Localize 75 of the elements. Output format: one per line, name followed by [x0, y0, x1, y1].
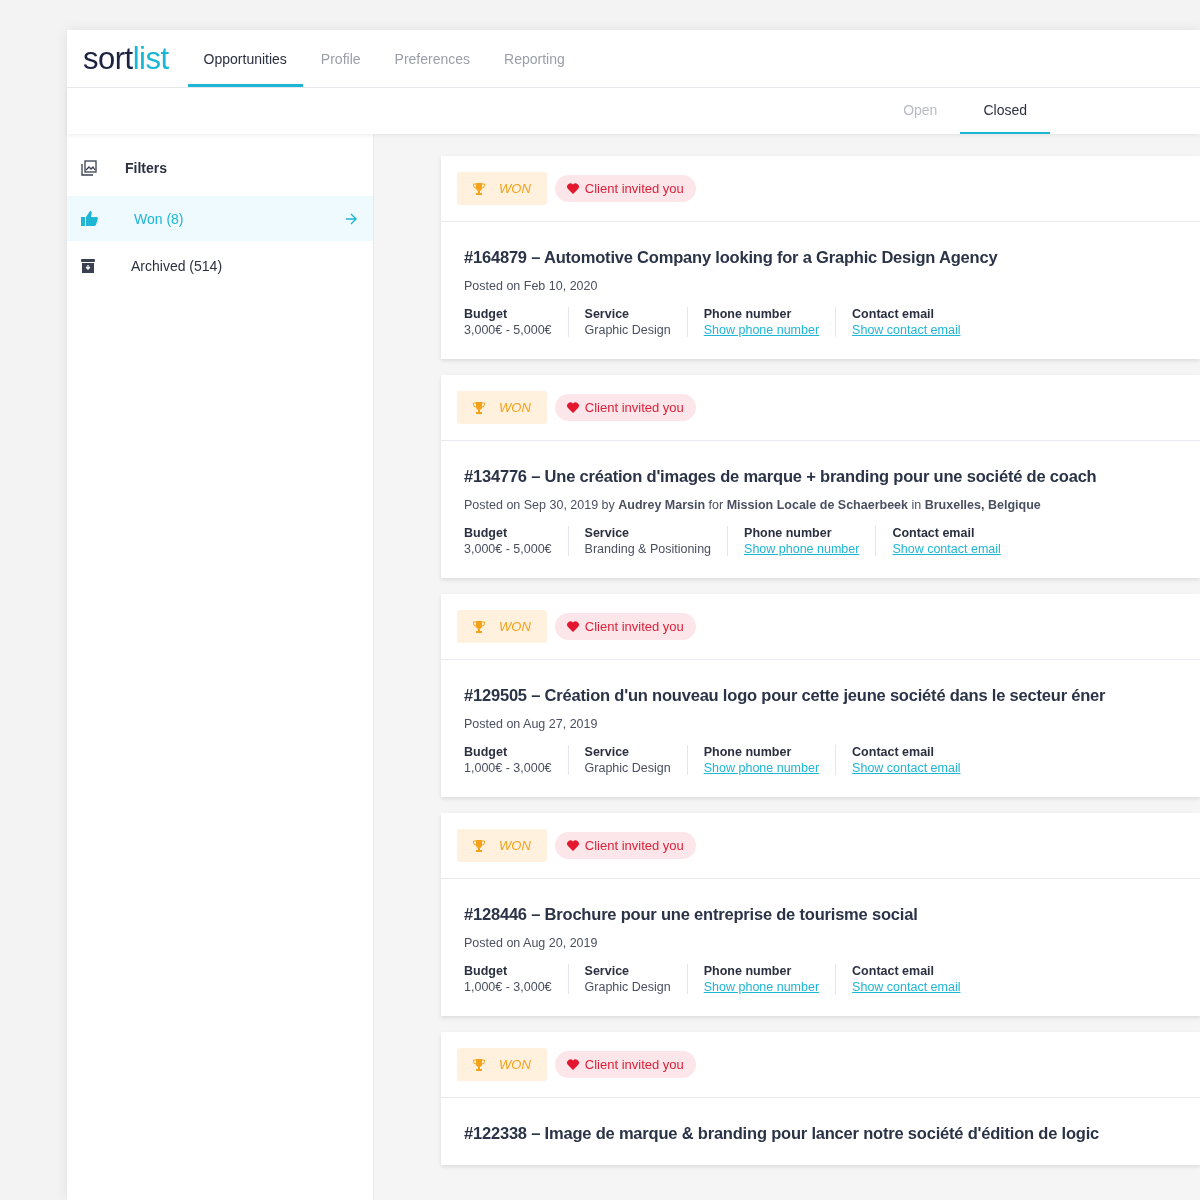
heart-icon [566, 1059, 579, 1070]
filter-item[interactable]: Won (8) [67, 196, 373, 241]
field-label: Service [584, 526, 631, 540]
field-label: Phone number [703, 307, 793, 321]
status-badge: WON [457, 610, 547, 643]
nav-tab[interactable]: Preferences [378, 30, 487, 87]
trophy-icon [473, 839, 485, 852]
posted-info: Posted on Aug 20, 2019 [464, 936, 599, 950]
nav-tab[interactable]: Profile [304, 30, 377, 87]
field-value: 3,000€ - 5,000€ [464, 542, 552, 556]
reveal-link[interactable]: Show phone number [703, 323, 820, 337]
field-label: Contact email [852, 307, 936, 321]
heart-icon [566, 840, 579, 851]
opportunity-title[interactable]: #164879 – Automotive Company looking for a Graphic Design Agency [464, 248, 998, 267]
field-label: Contact email [892, 526, 976, 540]
status-badge: WON [457, 172, 547, 205]
field-label: Budget [464, 745, 509, 759]
posted-info: Posted on Aug 27, 2019 [464, 717, 599, 731]
status-badge: WON [457, 391, 547, 424]
field-value: Graphic Design [584, 761, 671, 775]
field-label: Budget [464, 964, 509, 978]
thumbs-up-icon [81, 211, 98, 226]
field-value: Graphic Design [584, 980, 671, 994]
logo: sortlist [82, 39, 170, 78]
field-label: Phone number [703, 745, 793, 759]
trophy-icon [473, 182, 485, 195]
opportunity-title[interactable]: #129505 – Création d'un nouveau logo pour cette jeune société dans le secteur éner [464, 686, 1106, 705]
posted-info: Posted on Feb 10, 2020 [464, 279, 599, 293]
field-value: Branding & Positioning [584, 542, 712, 556]
trophy-icon [473, 1058, 485, 1071]
invite-badge: Client invited you [554, 175, 696, 202]
field-label: Service [584, 307, 631, 321]
heart-icon [566, 402, 579, 413]
heart-icon [566, 621, 579, 632]
trophy-icon [473, 401, 485, 414]
opportunity-title[interactable]: #122338 – Image de marque & branding pour lancer notre société d'édition de logic [464, 1124, 1100, 1143]
invite-badge: Client invited you [554, 1051, 696, 1078]
heart-icon [566, 183, 579, 194]
field-label: Budget [464, 307, 509, 321]
status-badge: WON [457, 1048, 547, 1081]
filters-title: Filters [125, 160, 167, 176]
status-badge: WON [457, 829, 547, 862]
field-label: Service [584, 964, 631, 978]
reveal-link[interactable]: Show contact email [852, 761, 961, 775]
field-label: Phone number [703, 964, 793, 978]
field-label: Contact email [852, 964, 936, 978]
field-label: Budget [464, 526, 509, 540]
posted-info: Posted on Sep 30, 2019 by Audrey Marsin for Mission Locale de Schaerbeek in Bruxelles, Belgique [464, 498, 1042, 512]
reveal-link[interactable]: Show phone number [744, 542, 860, 556]
filter-label: Won (8) [134, 210, 185, 227]
field-value: 1,000€ - 3,000€ [464, 761, 552, 775]
opportunity-title[interactable]: #134776 – Une création d'images de marque + branding pour une société de coach [464, 467, 1097, 486]
field-value: Graphic Design [584, 323, 671, 337]
reveal-link[interactable]: Show contact email [852, 323, 961, 337]
arrow-right-icon [345, 212, 357, 225]
filter-label: Archived (514) [131, 257, 224, 274]
invite-badge: Client invited you [554, 613, 696, 640]
invite-badge: Client invited you [554, 394, 696, 421]
gallery-icon [81, 160, 97, 176]
field-value: 3,000€ - 5,000€ [464, 323, 552, 337]
opportunity-title[interactable]: #128446 – Brochure pour une entreprise de tourisme social [464, 905, 918, 924]
reveal-link[interactable]: Show phone number [703, 980, 820, 994]
reveal-link[interactable]: Show contact email [892, 542, 1001, 556]
nav-tab[interactable]: Reporting [488, 30, 581, 87]
field-label: Service [584, 745, 631, 759]
archive-box-icon [81, 258, 95, 273]
field-label: Phone number [744, 526, 833, 540]
status-tab[interactable]: Open [880, 88, 961, 134]
reveal-link[interactable]: Show phone number [703, 761, 820, 775]
field-label: Contact email [852, 745, 936, 759]
invite-badge: Client invited you [554, 832, 696, 859]
field-value: 1,000€ - 3,000€ [464, 980, 552, 994]
trophy-icon [473, 620, 485, 633]
reveal-link[interactable]: Show contact email [852, 980, 961, 994]
status-tab[interactable]: Closed [960, 88, 1050, 134]
